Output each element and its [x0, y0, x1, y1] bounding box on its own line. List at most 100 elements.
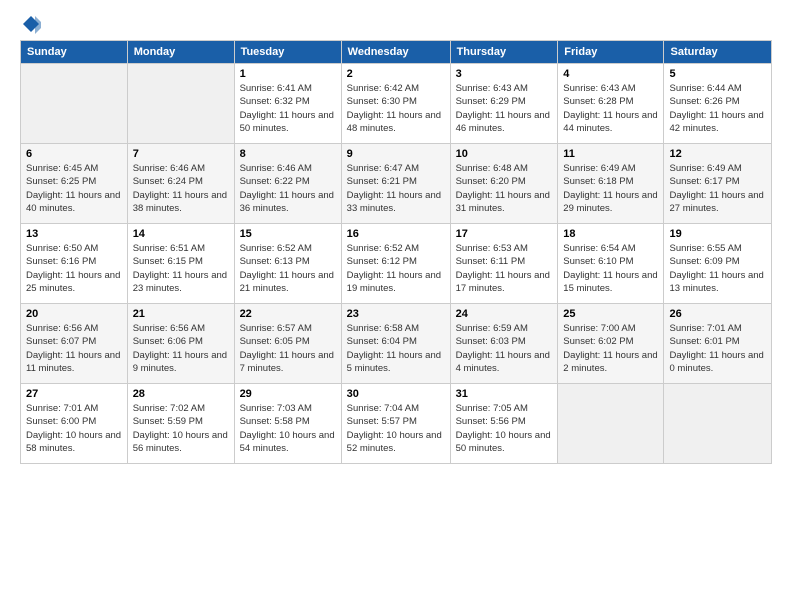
day-info: Sunrise: 6:43 AM Sunset: 6:29 PM Dayligh…: [456, 82, 553, 135]
week-row-4: 20 Sunrise: 6:56 AM Sunset: 6:07 PM Dayli…: [21, 304, 772, 384]
day-info: Sunrise: 6:52 AM Sunset: 6:12 PM Dayligh…: [347, 242, 445, 295]
day-info: Sunrise: 6:59 AM Sunset: 6:03 PM Dayligh…: [456, 322, 553, 375]
calendar-cell: 9 Sunrise: 6:47 AM Sunset: 6:21 PM Daylig…: [341, 144, 450, 224]
day-number: 30: [347, 388, 445, 400]
day-number: 5: [669, 68, 766, 80]
day-number: 28: [133, 388, 229, 400]
calendar-cell: 1Sunrise: 6:41 AM Sunset: 6:32 PM Daylig…: [234, 64, 341, 144]
calendar-cell: 8 Sunrise: 6:46 AM Sunset: 6:22 PM Daylig…: [234, 144, 341, 224]
calendar-cell: 27 Sunrise: 7:01 AM Sunset: 6:00 PM Dayli…: [21, 384, 128, 464]
day-number: 29: [240, 388, 336, 400]
day-info: Sunrise: 6:54 AM Sunset: 6:10 PM Dayligh…: [563, 242, 658, 295]
day-info: Sunrise: 6:58 AM Sunset: 6:04 PM Dayligh…: [347, 322, 445, 375]
day-info: Sunrise: 6:56 AM Sunset: 6:06 PM Dayligh…: [133, 322, 229, 375]
day-number: 14: [133, 228, 229, 240]
calendar-cell: 11 Sunrise: 6:49 AM Sunset: 6:18 PM Dayli…: [558, 144, 664, 224]
day-header-thursday: Thursday: [450, 41, 558, 64]
day-info: Sunrise: 6:51 AM Sunset: 6:15 PM Dayligh…: [133, 242, 229, 295]
day-info: Sunrise: 7:05 AM Sunset: 5:56 PM Dayligh…: [456, 402, 553, 455]
day-info: Sunrise: 6:56 AM Sunset: 6:07 PM Dayligh…: [26, 322, 122, 375]
calendar-cell: 3 Sunrise: 6:43 AM Sunset: 6:29 PM Daylig…: [450, 64, 558, 144]
calendar-cell: 24Sunrise: 6:59 AM Sunset: 6:03 PM Dayli…: [450, 304, 558, 384]
calendar-cell: 10 Sunrise: 6:48 AM Sunset: 6:20 PM Dayli…: [450, 144, 558, 224]
day-number: 17: [456, 228, 553, 240]
day-info: Sunrise: 7:01 AM Sunset: 6:01 PM Dayligh…: [669, 322, 766, 375]
day-info: Sunrise: 7:02 AM Sunset: 5:59 PM Dayligh…: [133, 402, 229, 455]
day-number: 19: [669, 228, 766, 240]
calendar-cell: [558, 384, 664, 464]
day-info: Sunrise: 7:03 AM Sunset: 5:58 PM Dayligh…: [240, 402, 336, 455]
day-header-wednesday: Wednesday: [341, 41, 450, 64]
day-number: 15: [240, 228, 336, 240]
calendar-cell: 26 Sunrise: 7:01 AM Sunset: 6:01 PM Dayli…: [664, 304, 772, 384]
calendar-cell: 5 Sunrise: 6:44 AM Sunset: 6:26 PM Daylig…: [664, 64, 772, 144]
calendar-cell: 17 Sunrise: 6:53 AM Sunset: 6:11 PM Dayli…: [450, 224, 558, 304]
calendar-cell: 21 Sunrise: 6:56 AM Sunset: 6:06 PM Dayli…: [127, 304, 234, 384]
calendar-cell: 19 Sunrise: 6:55 AM Sunset: 6:09 PM Dayli…: [664, 224, 772, 304]
day-info: Sunrise: 7:04 AM Sunset: 5:57 PM Dayligh…: [347, 402, 445, 455]
logo: [20, 16, 41, 32]
week-row-3: 13Sunrise: 6:50 AM Sunset: 6:16 PM Dayli…: [21, 224, 772, 304]
day-number: 9: [347, 148, 445, 160]
day-info: Sunrise: 6:44 AM Sunset: 6:26 PM Dayligh…: [669, 82, 766, 135]
day-header-saturday: Saturday: [664, 41, 772, 64]
calendar-cell: 29 Sunrise: 7:03 AM Sunset: 5:58 PM Dayli…: [234, 384, 341, 464]
day-number: 26: [669, 308, 766, 320]
day-number: 20: [26, 308, 122, 320]
calendar-cell: [664, 384, 772, 464]
day-info: Sunrise: 6:57 AM Sunset: 6:05 PM Dayligh…: [240, 322, 336, 375]
week-row-2: 6Sunrise: 6:45 AM Sunset: 6:25 PM Daylig…: [21, 144, 772, 224]
day-info: Sunrise: 6:49 AM Sunset: 6:18 PM Dayligh…: [563, 162, 658, 215]
calendar-cell: 6Sunrise: 6:45 AM Sunset: 6:25 PM Daylig…: [21, 144, 128, 224]
logo-icon: [21, 14, 41, 34]
day-number: 10: [456, 148, 553, 160]
calendar-cell: 2Sunrise: 6:42 AM Sunset: 6:30 PM Daylig…: [341, 64, 450, 144]
day-header-sunday: Sunday: [21, 41, 128, 64]
calendar-cell: 4 Sunrise: 6:43 AM Sunset: 6:28 PM Daylig…: [558, 64, 664, 144]
day-number: 22: [240, 308, 336, 320]
calendar-cell: 14 Sunrise: 6:51 AM Sunset: 6:15 PM Dayli…: [127, 224, 234, 304]
day-number: 31: [456, 388, 553, 400]
calendar-cell: 25 Sunrise: 7:00 AM Sunset: 6:02 PM Dayli…: [558, 304, 664, 384]
day-number: 2: [347, 68, 445, 80]
header: [20, 16, 772, 32]
week-row-1: 1Sunrise: 6:41 AM Sunset: 6:32 PM Daylig…: [21, 64, 772, 144]
day-number: 1: [240, 68, 336, 80]
calendar-cell: 22 Sunrise: 6:57 AM Sunset: 6:05 PM Dayli…: [234, 304, 341, 384]
day-info: Sunrise: 6:49 AM Sunset: 6:17 PM Dayligh…: [669, 162, 766, 215]
calendar-cell: [21, 64, 128, 144]
calendar-cell: 20 Sunrise: 6:56 AM Sunset: 6:07 PM Dayli…: [21, 304, 128, 384]
calendar-cell: 31 Sunrise: 7:05 AM Sunset: 5:56 PM Dayli…: [450, 384, 558, 464]
day-number: 16: [347, 228, 445, 240]
calendar-cell: 7 Sunrise: 6:46 AM Sunset: 6:24 PM Daylig…: [127, 144, 234, 224]
day-info: Sunrise: 6:46 AM Sunset: 6:22 PM Dayligh…: [240, 162, 336, 215]
day-number: 11: [563, 148, 658, 160]
day-info: Sunrise: 6:48 AM Sunset: 6:20 PM Dayligh…: [456, 162, 553, 215]
day-number: 27: [26, 388, 122, 400]
calendar-cell: [127, 64, 234, 144]
calendar-cell: 12 Sunrise: 6:49 AM Sunset: 6:17 PM Dayli…: [664, 144, 772, 224]
day-info: Sunrise: 6:47 AM Sunset: 6:21 PM Dayligh…: [347, 162, 445, 215]
day-number: 25: [563, 308, 658, 320]
day-number: 6: [26, 148, 122, 160]
calendar-cell: 18 Sunrise: 6:54 AM Sunset: 6:10 PM Dayli…: [558, 224, 664, 304]
day-number: 21: [133, 308, 229, 320]
day-info: Sunrise: 7:01 AM Sunset: 6:00 PM Dayligh…: [26, 402, 122, 455]
day-number: 8: [240, 148, 336, 160]
day-number: 3: [456, 68, 553, 80]
day-info: Sunrise: 6:46 AM Sunset: 6:24 PM Dayligh…: [133, 162, 229, 215]
calendar-header-row: SundayMondayTuesdayWednesdayThursdayFrid…: [21, 41, 772, 64]
day-info: Sunrise: 6:53 AM Sunset: 6:11 PM Dayligh…: [456, 242, 553, 295]
day-info: Sunrise: 7:00 AM Sunset: 6:02 PM Dayligh…: [563, 322, 658, 375]
day-number: 23: [347, 308, 445, 320]
day-info: Sunrise: 6:43 AM Sunset: 6:28 PM Dayligh…: [563, 82, 658, 135]
day-number: 18: [563, 228, 658, 240]
day-number: 4: [563, 68, 658, 80]
day-number: 7: [133, 148, 229, 160]
day-info: Sunrise: 6:55 AM Sunset: 6:09 PM Dayligh…: [669, 242, 766, 295]
calendar-cell: 15 Sunrise: 6:52 AM Sunset: 6:13 PM Dayli…: [234, 224, 341, 304]
day-info: Sunrise: 6:50 AM Sunset: 6:16 PM Dayligh…: [26, 242, 122, 295]
calendar-cell: 23 Sunrise: 6:58 AM Sunset: 6:04 PM Dayli…: [341, 304, 450, 384]
day-number: 12: [669, 148, 766, 160]
day-info: Sunrise: 6:52 AM Sunset: 6:13 PM Dayligh…: [240, 242, 336, 295]
